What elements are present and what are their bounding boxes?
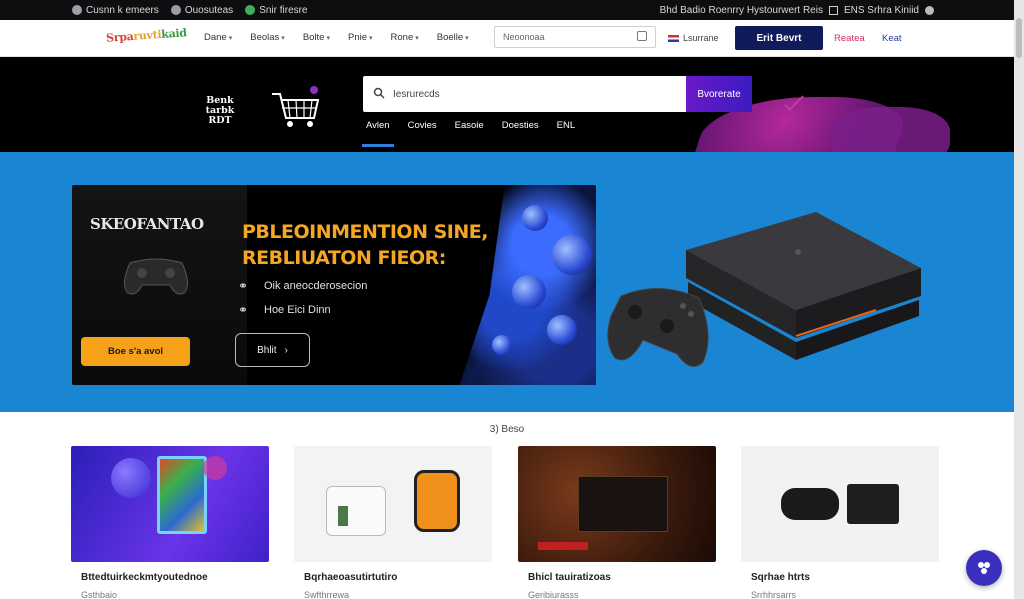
settings-icon[interactable] (925, 5, 934, 15)
link-icon[interactable] (828, 5, 838, 15)
tab-category[interactable]: ENL (557, 120, 575, 131)
nav-link-login[interactable]: Keat (882, 33, 902, 44)
tab-category[interactable]: Doesties (502, 120, 539, 131)
nav-link-register[interactable]: Reatea (834, 33, 865, 44)
nav-cta-button[interactable]: Erit Bevrt (735, 26, 823, 50)
main-search-input[interactable]: Iesrurecds (363, 76, 686, 112)
product-image (741, 446, 939, 562)
scrollbar-thumb[interactable] (1016, 18, 1022, 58)
nav-menu-item[interactable]: Beolas ▾ (250, 32, 285, 43)
search-button[interactable]: Bvorerate (686, 76, 752, 112)
link-icon: ⚭ (238, 279, 249, 293)
utility-item-2[interactable]: Ouosuteas (170, 5, 233, 16)
search-icon (373, 87, 385, 102)
nav-menu-item[interactable]: Rone ▾ (391, 32, 419, 43)
product-card[interactable]: Bqrhaeoasutirtutiro Swfthrrewa (294, 446, 492, 599)
banner-headline: PBLEOINMENTION SINE, REBLIUATON FIEOR: (242, 221, 488, 269)
gamepad-icon (124, 258, 188, 295)
product-image (71, 446, 269, 562)
utility-item-3[interactable]: Snir firesre (245, 5, 308, 16)
tab-category[interactable]: Easoie (455, 120, 484, 131)
shop-now-button[interactable]: Boe s'a avol (81, 337, 190, 366)
utility-item-1[interactable]: Cusnn k emeers (72, 5, 159, 16)
chevron-down-icon: ▾ (415, 34, 419, 42)
product-card[interactable]: Bhicl tauiratizoas Geribiurasss (518, 446, 716, 599)
chat-button[interactable] (966, 550, 1002, 586)
controller-image (607, 288, 709, 367)
nav-menu-item[interactable]: Dane ▾ (204, 32, 232, 43)
category-tabs: Avlen Covies Easoie Doesties ENL (362, 120, 575, 147)
nav-menu-item[interactable]: Pnie ▾ (348, 32, 373, 43)
tab-category[interactable]: Covies (408, 120, 437, 131)
decor-shape (830, 107, 950, 152)
camera-icon[interactable] (637, 31, 647, 41)
flag-icon (668, 34, 679, 42)
chevron-down-icon: ▾ (369, 34, 373, 42)
banner-thumb-title: SKEOFANTAO (90, 215, 204, 233)
product-image (294, 446, 492, 562)
chevron-down-icon: ▾ (465, 34, 469, 42)
product-image (518, 446, 716, 562)
language-selector[interactable]: Lsurrane (668, 33, 719, 43)
nav-menu-item[interactable]: Bolte ▾ (303, 32, 330, 43)
nav-menu: Dane ▾ Beolas ▾ Bolte ▾ Pnie ▾ Rone ▾ Boelle ▾ (204, 32, 469, 43)
main-nav: Srparuvtikaid Dane ▾ Beolas ▾ Bolte ▾ Pnie ▾… (0, 20, 1014, 57)
tab-category[interactable]: Avlen (362, 120, 394, 147)
nav-menu-item[interactable]: Boelle ▾ (437, 32, 469, 43)
store-name[interactable]: Benk tarbk RDT (196, 96, 244, 126)
learn-more-button[interactable]: Bhlit › (235, 333, 310, 367)
banner-artwork (459, 185, 596, 385)
status-icon (245, 5, 256, 15)
info-icon (170, 5, 181, 15)
product-card[interactable]: Bttedtuirkeckmtyoutednoe Gsthbaio (71, 446, 269, 599)
link-icon: ⚭ (238, 303, 249, 317)
nav-search-input[interactable]: Neoonoaa (494, 26, 656, 48)
product-card[interactable]: Sqrhae htrts Srrhhrsarrs (741, 446, 939, 599)
site-logo[interactable]: Srparuvtikaid (106, 26, 187, 45)
page-scrollbar[interactable] (1014, 0, 1024, 599)
shopping-cart-icon[interactable] (270, 86, 322, 130)
chevron-right-icon: › (284, 344, 288, 356)
chevron-down-icon: ▾ (326, 34, 330, 42)
chat-icon (978, 562, 990, 574)
utility-right: Bhd Badio Roenrry Hystourwert Reis ENS S… (660, 5, 1014, 16)
section-title: 3) Beso (489, 424, 525, 435)
chevron-down-icon: ▾ (281, 34, 285, 42)
utility-bar: Cusnn k emeers Ouosuteas Snir firesre Bh… (0, 0, 1014, 20)
user-icon (72, 5, 82, 15)
banner-features: ⚭ Oik aneocderosecion ⚭ Hoe Eici Dinn (238, 279, 368, 317)
chevron-down-icon: ▾ (228, 34, 233, 42)
